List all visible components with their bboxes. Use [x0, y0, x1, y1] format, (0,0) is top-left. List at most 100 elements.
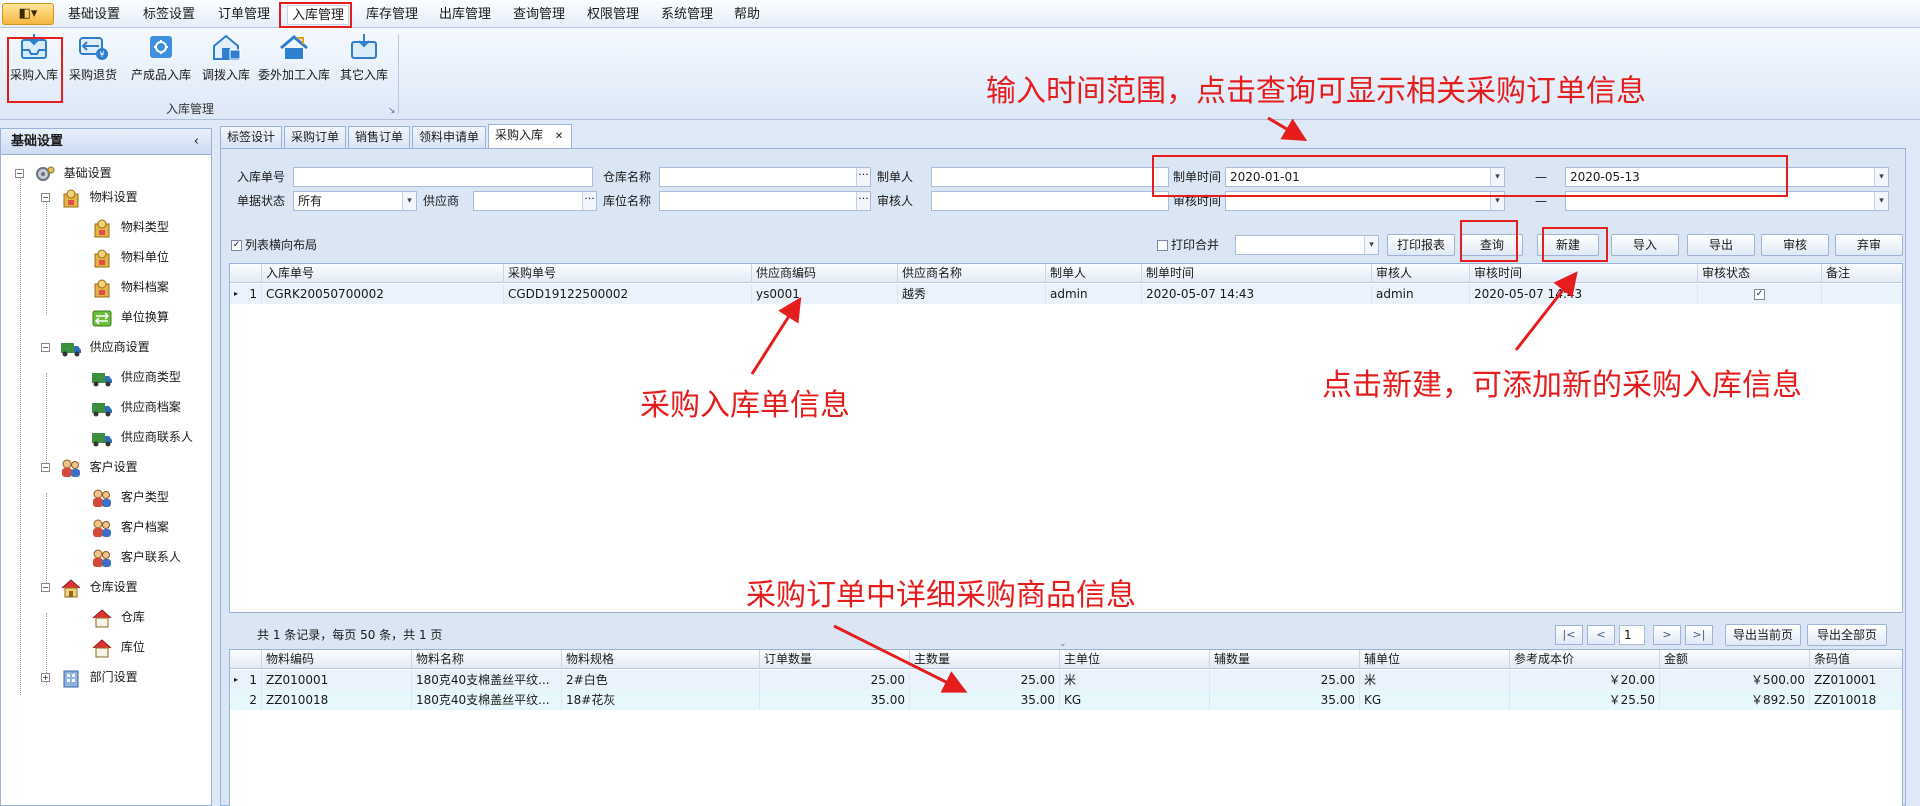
- creator-input[interactable]: [931, 167, 1169, 187]
- last-page-button[interactable]: >|: [1685, 625, 1713, 645]
- menu-help[interactable]: 帮助: [730, 5, 764, 25]
- supplier-lookup-button[interactable]: ···: [582, 192, 596, 210]
- page-number-input[interactable]: 1: [1619, 625, 1645, 645]
- col-material-code[interactable]: 物料编码: [262, 650, 412, 669]
- close-tab-icon[interactable]: ✕: [555, 131, 563, 142]
- tree-node-supplier-settings[interactable]: − 供应商设置: [41, 335, 150, 359]
- menu-inventory-management[interactable]: 库存管理: [362, 5, 422, 25]
- tree-node-supplier-contact[interactable]: 供应商联系人: [91, 425, 193, 449]
- menu-outbound-management[interactable]: 出库管理: [435, 5, 495, 25]
- print-template-select[interactable]: ▾: [1235, 235, 1379, 255]
- col-audit-time[interactable]: 审核时间: [1470, 264, 1698, 283]
- tree-node-unit-conversion[interactable]: 单位换算: [91, 305, 169, 329]
- col-barcode[interactable]: 条码值: [1810, 650, 1902, 669]
- col-aux-qty[interactable]: 辅数量: [1210, 650, 1360, 669]
- col-create-time[interactable]: 制单时间: [1142, 264, 1372, 283]
- next-page-button[interactable]: >: [1653, 625, 1681, 645]
- ribbon-expander-icon[interactable]: ↘: [388, 106, 396, 116]
- unaudit-button[interactable]: 弃审: [1835, 234, 1903, 256]
- export-current-page-button[interactable]: 导出当前页: [1725, 624, 1801, 646]
- menu-basic-settings[interactable]: 基础设置: [64, 5, 124, 25]
- app-menu-button[interactable]: ◧▾: [2, 3, 54, 25]
- doc-status-dropdown-icon[interactable]: ▾: [402, 192, 416, 210]
- purchase-return-button[interactable]: ¥ 采购退货: [64, 32, 122, 90]
- tree-node-material-settings[interactable]: − 物料设置: [41, 185, 138, 209]
- col-material-spec[interactable]: 物料规格: [562, 650, 760, 669]
- col-auditor[interactable]: 审核人: [1372, 264, 1470, 283]
- menu-query-management[interactable]: 查询管理: [509, 5, 569, 25]
- col-purchase-no[interactable]: 采购单号: [504, 264, 752, 283]
- supplier-input[interactable]: ···: [473, 191, 597, 211]
- menu-permission-management[interactable]: 权限管理: [583, 5, 643, 25]
- col-creator[interactable]: 制单人: [1046, 264, 1142, 283]
- warehouse-name-input[interactable]: ···: [659, 167, 871, 187]
- tab-sales-order[interactable]: 销售订单: [348, 126, 411, 148]
- col-ref-cost[interactable]: 参考成本价: [1510, 650, 1660, 669]
- tab-purchase-inbound[interactable]: 采购入库 ✕: [488, 124, 572, 148]
- col-amount[interactable]: 金额: [1660, 650, 1810, 669]
- doc-status-select[interactable]: 所有 ▾: [293, 191, 417, 211]
- collapse-left-panel-icon[interactable]: ‹: [194, 129, 199, 155]
- audit-time-to-dropdown-icon[interactable]: ▾: [1874, 192, 1888, 210]
- menu-system-management[interactable]: 系统管理: [657, 5, 717, 25]
- audit-button[interactable]: 审核: [1761, 234, 1829, 256]
- print-merge-checkbox[interactable]: 打印合并: [1157, 235, 1219, 255]
- col-inbound-no[interactable]: 入库单号: [262, 264, 504, 283]
- tree-expand-icon[interactable]: +: [41, 673, 50, 682]
- tree-node-customer-archive[interactable]: 客户档案: [91, 515, 169, 539]
- tree-node-basic-settings[interactable]: − 基础设置: [15, 161, 112, 185]
- col-remark[interactable]: 备注: [1822, 264, 1902, 283]
- tree-node-customer-type[interactable]: 客户类型: [91, 485, 169, 509]
- tree-node-customer-settings[interactable]: − 客户设置: [41, 455, 138, 479]
- col-material-name[interactable]: 物料名称: [412, 650, 562, 669]
- splitter-handle-icon[interactable]: ⌄: [1059, 639, 1067, 649]
- location-name-input[interactable]: ···: [659, 191, 871, 211]
- cell-audit-status-checkbox[interactable]: ✓: [1698, 284, 1822, 304]
- menu-label-settings[interactable]: 标签设置: [139, 5, 199, 25]
- other-inbound-button[interactable]: 其它入库: [336, 32, 392, 90]
- tree-collapse-icon[interactable]: −: [41, 583, 50, 592]
- col-supplier-code[interactable]: 供应商编码: [752, 264, 898, 283]
- export-all-pages-button[interactable]: 导出全部页: [1807, 624, 1887, 646]
- location-lookup-button[interactable]: ···: [856, 192, 870, 210]
- tree-node-location[interactable]: 库位: [91, 635, 145, 659]
- warehouse-lookup-button[interactable]: ···: [856, 168, 870, 186]
- table-row[interactable]: ▸ 1 ZZ010001 180克40支棉盖丝平纹... 2#白色 25.00 …: [230, 670, 1902, 690]
- tab-purchase-order[interactable]: 采购订单: [284, 126, 347, 148]
- first-page-button[interactable]: |<: [1555, 625, 1583, 645]
- prev-page-button[interactable]: <: [1587, 625, 1615, 645]
- tree-node-material-unit[interactable]: 物料单位: [91, 245, 169, 269]
- tab-label-design[interactable]: 标签设计: [220, 126, 283, 148]
- tree-node-material-archive[interactable]: 物料档案: [91, 275, 169, 299]
- tree-node-warehouse-settings[interactable]: − 仓库设置: [41, 575, 138, 599]
- tree-collapse-icon[interactable]: −: [41, 463, 50, 472]
- create-time-to-dropdown-icon[interactable]: ▾: [1874, 168, 1888, 186]
- col-audit-status[interactable]: 审核状态: [1698, 264, 1822, 283]
- table-row[interactable]: 2 ZZ010018 180克40支棉盖丝平纹... 18#花灰 35.00 3…: [230, 690, 1902, 710]
- tree-node-supplier-type[interactable]: 供应商类型: [91, 365, 181, 389]
- auditor-input[interactable]: [931, 191, 1169, 211]
- outsource-inbound-button[interactable]: 委外加工入库: [256, 32, 332, 90]
- print-template-dropdown-icon[interactable]: ▾: [1364, 236, 1378, 254]
- tab-material-request[interactable]: 领料申请单: [412, 126, 487, 148]
- tree-node-warehouse[interactable]: 仓库: [91, 605, 145, 629]
- tree-node-customer-contact[interactable]: 客户联系人: [91, 545, 181, 569]
- print-report-button[interactable]: 打印报表: [1387, 234, 1455, 256]
- tree-node-supplier-archive[interactable]: 供应商档案: [91, 395, 181, 419]
- product-inbound-button[interactable]: 产成品入库: [126, 32, 196, 90]
- import-button[interactable]: 导入: [1611, 234, 1679, 256]
- tree-collapse-icon[interactable]: −: [15, 169, 24, 178]
- horizontal-layout-checkbox[interactable]: ✓ 列表横向布局: [231, 235, 317, 255]
- tree-node-material-type[interactable]: 物料类型: [91, 215, 169, 239]
- col-main-unit[interactable]: 主单位: [1060, 650, 1210, 669]
- export-button[interactable]: 导出: [1687, 234, 1755, 256]
- col-order-qty[interactable]: 订单数量: [760, 650, 910, 669]
- col-supplier-name[interactable]: 供应商名称: [898, 264, 1046, 283]
- tree-node-department-settings[interactable]: + 部门设置: [41, 665, 138, 689]
- tree-collapse-icon[interactable]: −: [41, 343, 50, 352]
- col-main-qty[interactable]: 主数量: [910, 650, 1060, 669]
- menu-order-management[interactable]: 订单管理: [214, 5, 274, 25]
- col-aux-unit[interactable]: 辅单位: [1360, 650, 1510, 669]
- inbound-no-input[interactable]: [293, 167, 593, 187]
- transfer-inbound-button[interactable]: 调拨入库: [198, 32, 254, 90]
